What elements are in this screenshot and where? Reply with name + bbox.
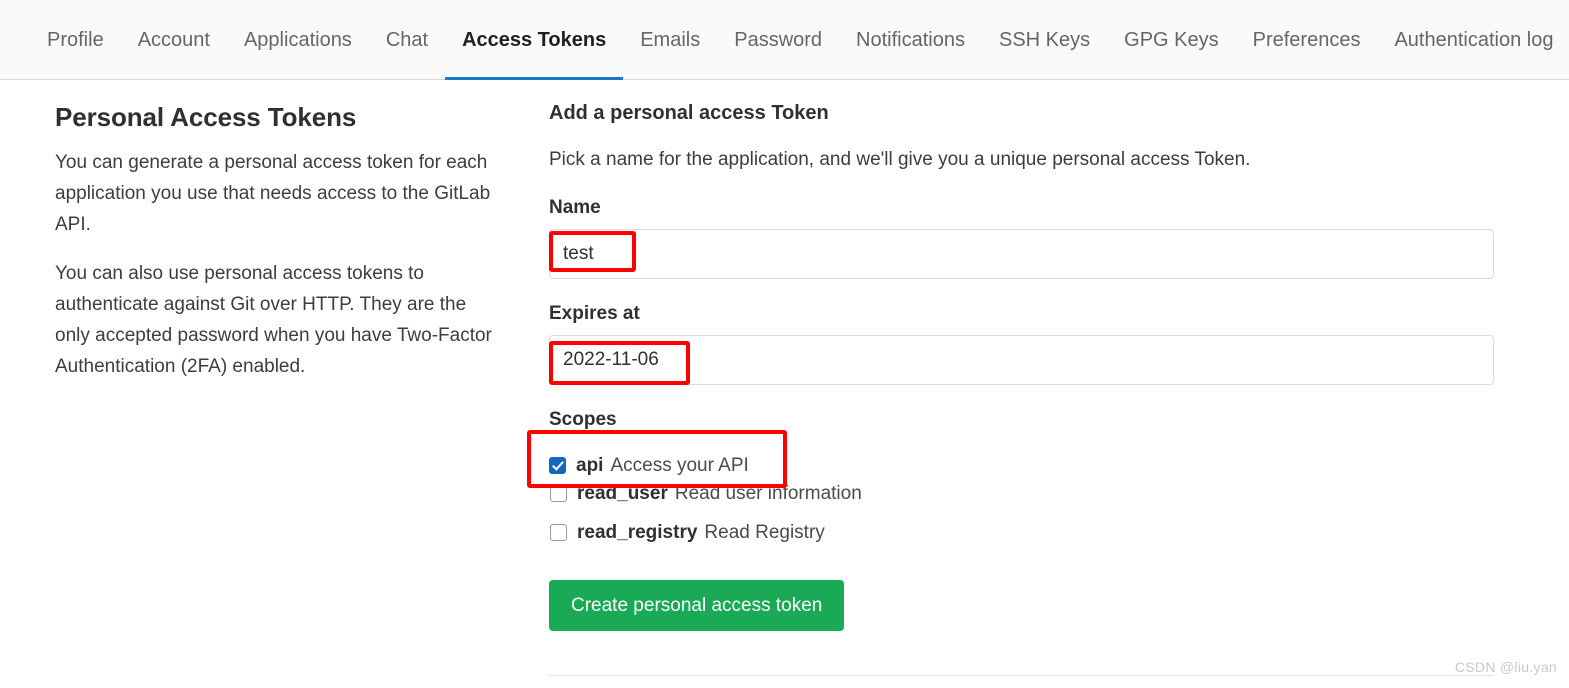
annotation-box-expires-value (549, 341, 690, 385)
watermark: CSDN @liu.yan (1454, 659, 1557, 675)
scope-description: Access your API (610, 454, 749, 476)
checkbox-api-overlay[interactable] (549, 457, 566, 474)
scope-code: api (576, 454, 604, 476)
scope-row-api-overlay[interactable]: api Access your API (549, 450, 749, 481)
annotation-layer (0, 0, 1569, 688)
annotation-box-name-value (549, 231, 636, 272)
